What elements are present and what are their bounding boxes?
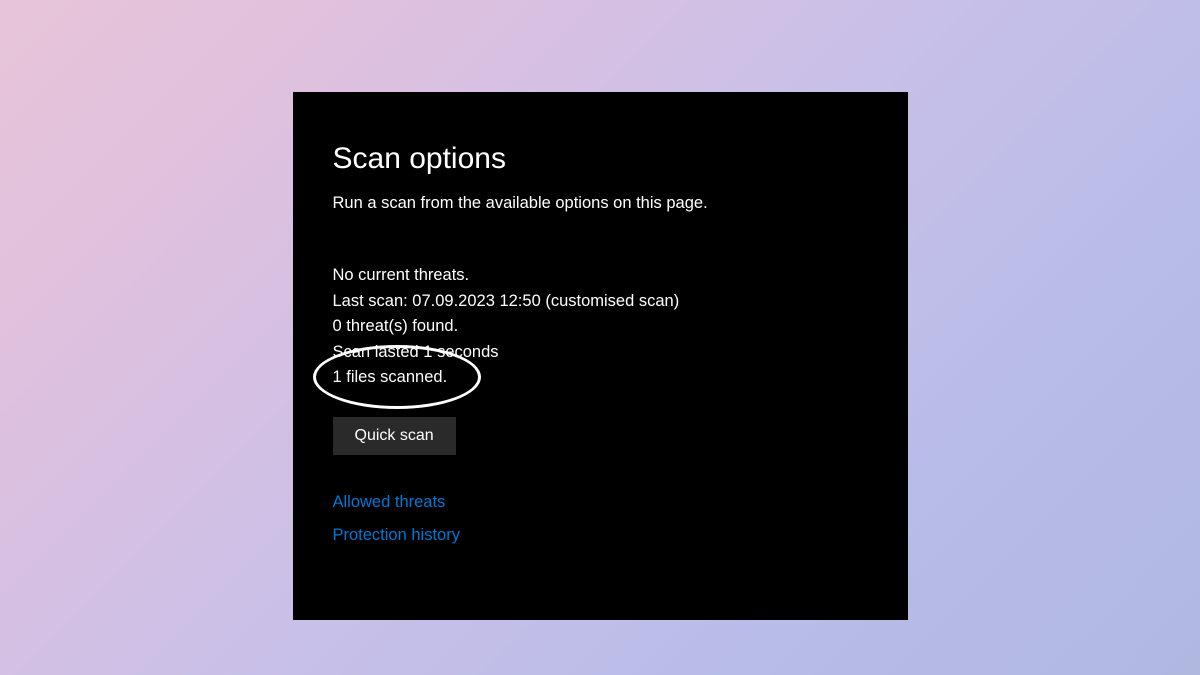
allowed-threats-link[interactable]: Allowed threats — [333, 493, 868, 512]
scan-status-block: No current threats. Last scan: 07.09.202… — [333, 263, 868, 391]
quick-scan-button[interactable]: Quick scan — [333, 417, 456, 455]
page-title: Scan options — [333, 142, 868, 176]
scan-options-window: Scan options Run a scan from the availab… — [293, 92, 908, 620]
links-section: Allowed threats Protection history — [333, 493, 868, 545]
files-scanned-text: 1 files scanned. — [333, 365, 868, 391]
threats-found-text: 0 threat(s) found. — [333, 314, 868, 340]
no-threats-text: No current threats. — [333, 263, 868, 289]
page-subtitle: Run a scan from the available options on… — [333, 194, 868, 213]
last-scan-text: Last scan: 07.09.2023 12:50 (customised … — [333, 289, 868, 315]
protection-history-link[interactable]: Protection history — [333, 526, 868, 545]
scan-duration-text: Scan lasted 1 seconds — [333, 340, 868, 366]
